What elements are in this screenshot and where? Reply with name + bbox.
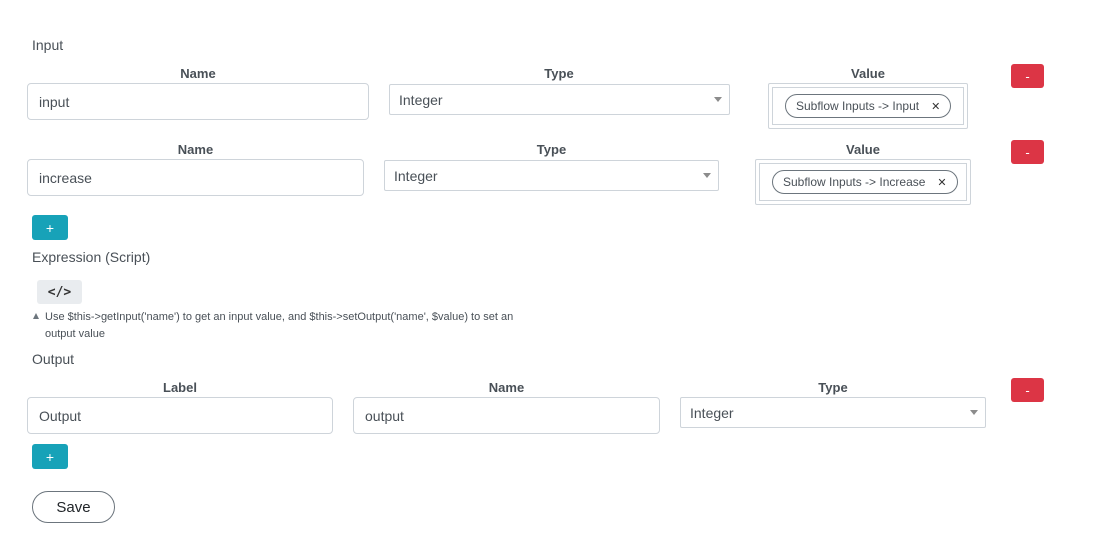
input-row-2-name-label: Name xyxy=(177,142,214,157)
input-row-1-type-text: Integer xyxy=(399,91,443,108)
expression-help-text-1: Use $this->getInput('name') to get an in… xyxy=(45,311,514,323)
input-row-1-value-box[interactable]: Subflow Inputs -> Input ✕ xyxy=(768,83,968,129)
input-row-2-name-field[interactable]: increase xyxy=(27,159,364,196)
input-row-2-type-label: Type xyxy=(536,142,567,157)
input-row-2-type-text: Integer xyxy=(394,167,438,184)
input-row-1-type-label: Type xyxy=(544,66,574,81)
input-row-2-type-select[interactable]: Integer xyxy=(384,160,719,191)
chevron-down-icon xyxy=(714,97,722,102)
output-row-1-label-text: Output xyxy=(39,407,82,424)
expression-help-text-2: output value xyxy=(45,328,105,340)
chevron-down-icon xyxy=(970,410,978,415)
input-row-1-chip-label: Subflow Inputs -> Input xyxy=(796,99,920,113)
input-row-2-value-label: Value xyxy=(846,142,880,157)
close-icon[interactable]: ✕ xyxy=(931,100,940,113)
input-row-1-value-chip: Subflow Inputs -> Input ✕ xyxy=(785,94,952,118)
output-row-1-label-label: Label xyxy=(163,380,197,395)
expression-section-title: Expression (Script) xyxy=(32,249,151,265)
input-row-2-name-text: increase xyxy=(39,169,92,186)
add-input-button[interactable]: + xyxy=(32,215,68,240)
output-row-1-name-label: Name xyxy=(488,380,525,395)
input-row-2-chip-label: Subflow Inputs -> Increase xyxy=(783,175,926,189)
output-row-1-type-label: Type xyxy=(818,380,848,395)
expression-help-line-1: Use $this->getInput('name') to get an in… xyxy=(33,309,553,326)
output-row-1-type-text: Integer xyxy=(690,404,734,421)
input-row-1-remove-button[interactable]: - xyxy=(1011,64,1044,88)
add-output-button[interactable]: + xyxy=(32,444,68,469)
input-row-1-name-text: input xyxy=(39,93,70,110)
output-row-1-type-select[interactable]: Integer xyxy=(680,397,986,428)
output-row-1-label-field[interactable]: Output xyxy=(27,397,333,434)
input-row-2-value-box[interactable]: Subflow Inputs -> Increase ✕ xyxy=(755,159,971,205)
output-row-1-name-field[interactable]: output xyxy=(353,397,660,434)
expression-help: Use $this->getInput('name') to get an in… xyxy=(33,309,553,343)
input-row-1-value-inner: Subflow Inputs -> Input ✕ xyxy=(772,87,964,125)
close-icon[interactable]: ✕ xyxy=(937,176,946,189)
chevron-down-icon xyxy=(703,173,711,178)
code-editor-button[interactable]: </> xyxy=(37,280,82,304)
output-section-title: Output xyxy=(32,351,75,367)
save-button[interactable]: Save xyxy=(32,491,115,523)
output-row-1-name-text: output xyxy=(365,407,404,424)
input-row-2-value-inner: Subflow Inputs -> Increase ✕ xyxy=(759,163,967,201)
input-row-1-name-label: Name xyxy=(180,66,216,81)
input-row-1-value-label: Value xyxy=(851,66,885,81)
input-row-2-value-chip: Subflow Inputs -> Increase ✕ xyxy=(772,170,958,194)
input-section-title: Input xyxy=(32,37,64,53)
input-row-1-type-select[interactable]: Integer xyxy=(389,84,730,115)
input-row-1-name-field[interactable]: input xyxy=(27,83,369,120)
output-row-1-remove-button[interactable]: - xyxy=(1011,378,1044,402)
info-triangle-icon xyxy=(33,313,39,319)
input-row-2-remove-button[interactable]: - xyxy=(1011,140,1044,164)
